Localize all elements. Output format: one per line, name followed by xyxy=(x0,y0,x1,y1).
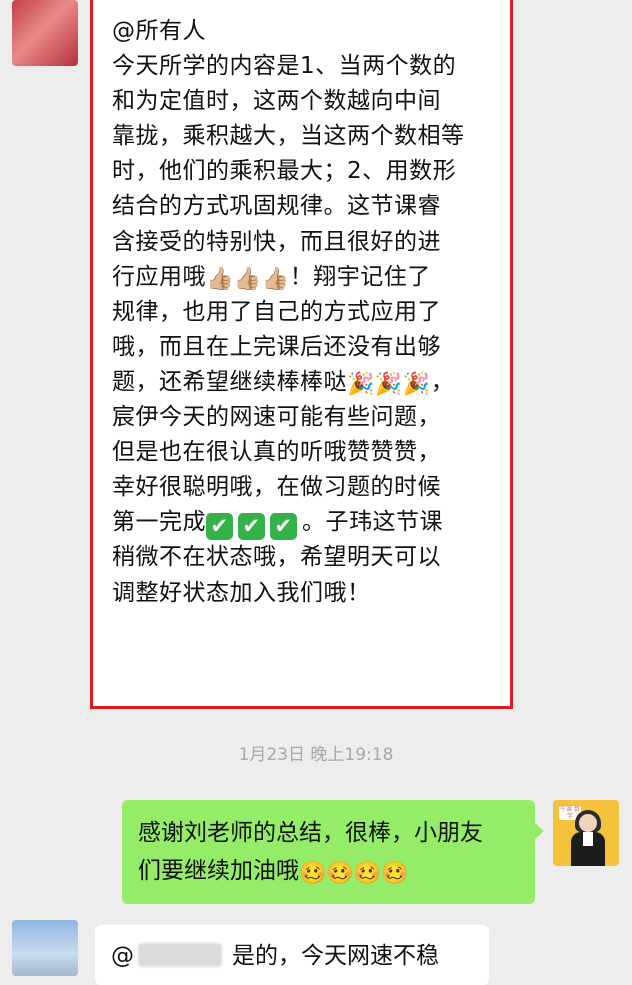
message-line: 今天所学的内容是1、当两个数的 xyxy=(112,53,457,80)
message-text: 第一完成 xyxy=(112,509,206,536)
woozy-face-emoji: 🥴🥴🥴🥴 xyxy=(299,861,409,886)
avatar-figure-face xyxy=(579,814,597,832)
check-mark-icon: ✔ xyxy=(270,513,297,541)
message-text: 。子玮这节课 xyxy=(302,509,443,536)
message-line: 题，还希望继续棒棒哒🎉🎉🎉， xyxy=(112,365,494,400)
reply-line: 们要继续加油哦🥴🥴🥴🥴 xyxy=(138,852,517,893)
mention-symbol: @ xyxy=(111,943,134,969)
check-mark-icon: ✔ xyxy=(206,513,233,541)
message-line: 宸伊今天的网速可能有些问题， xyxy=(112,404,441,431)
sender-avatar[interactable] xyxy=(12,0,78,66)
message-text: 是的，今天网速不稳 xyxy=(232,943,439,969)
thumbs-up-emoji: 👍🏼👍🏼👍🏼 xyxy=(206,266,290,292)
avatar-figure-collar xyxy=(583,832,593,846)
message-line: 靠拢，乘积越大，当这两个数相等 xyxy=(112,123,465,150)
reply-text: 们要继续加油哦 xyxy=(138,858,299,884)
message-line: 但是也在很认真的听哦赞赞赞， xyxy=(112,439,441,466)
message-line: 幸好很聪明哦，在做习题的时候 xyxy=(112,474,441,501)
message-bubble[interactable]: @ 是的，今天网速不稳 xyxy=(95,925,489,985)
message-line: 含接受的特别快，而且很好的进 xyxy=(112,228,441,255)
check-mark-icon: ✔ xyxy=(238,513,265,541)
message-text: 行应用哦 xyxy=(112,263,206,290)
bubble-tail xyxy=(534,822,544,840)
message-text: ， xyxy=(430,368,455,395)
message-line: 时，他们的乘积最大；2、用数形 xyxy=(112,158,457,185)
message-line: 稍微不在状态哦，希望明天可以 xyxy=(112,544,441,571)
message-text: 题，还希望继续棒棒哒 xyxy=(112,368,347,395)
message-line: 和为定值时，这两个数越向中间 xyxy=(112,88,441,115)
message-line: @所有人 xyxy=(112,18,206,44)
reply-bubble[interactable]: 感谢刘老师的总结，很棒，小朋友 们要继续加油哦🥴🥴🥴🥴 xyxy=(122,800,544,904)
message-line: 第一完成 ✔ ✔ ✔ 。子玮这节课 xyxy=(112,505,494,541)
message-line: 行应用哦👍🏼👍🏼👍🏼！翔宇记住了 xyxy=(112,260,494,295)
blurred-name xyxy=(138,943,222,967)
message-line: 结合的方式巩固规律。这节课睿 xyxy=(112,193,441,220)
own-avatar[interactable]: 牛课 数学 xyxy=(553,800,619,866)
message-line: 规律，也用了自己的方式应用了 xyxy=(112,298,441,325)
reply-line: 感谢刘老师的总结，很棒，小朋友 xyxy=(138,820,483,846)
message-line: 哦，而且在上完课后还没有出够 xyxy=(112,333,441,360)
message-text: ！翔宇记住了 xyxy=(289,263,431,290)
message-timestamp: 1月23日 晚上19:18 xyxy=(238,745,394,765)
party-popper-emoji: 🎉🎉🎉 xyxy=(347,371,431,397)
message-bubble-highlighted[interactable]: @所有人 今天所学的内容是1、当两个数的 和为定值时，这两个数越向中间 靠拢，乘… xyxy=(90,0,513,709)
message-line: 调整好状态加入我们哦！ xyxy=(112,579,371,606)
sender-avatar[interactable] xyxy=(12,920,78,976)
